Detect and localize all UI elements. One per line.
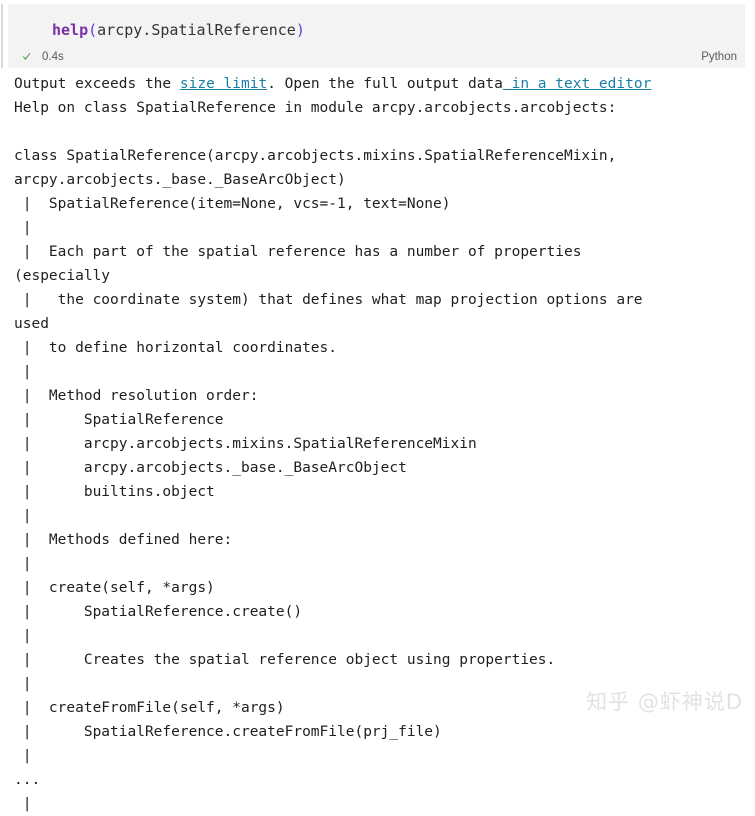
open-in-text-editor-link[interactable]: in a text editor xyxy=(503,76,652,92)
code-token-function: help xyxy=(52,21,89,39)
success-check-icon xyxy=(22,51,34,63)
notice-middle-text: . Open the full output data xyxy=(267,76,503,92)
output-text-content: Help on class SpatialReference in module… xyxy=(14,100,643,812)
code-editor-line[interactable]: help(arcpy.SpatialReference) xyxy=(52,20,305,40)
kernel-language-label[interactable]: Python xyxy=(701,51,737,63)
cell-output-area: Output exceeds the size limit. Open the … xyxy=(0,72,755,816)
cell-status-left: 0.4s xyxy=(22,51,64,63)
output-size-limit-notice: Output exceeds the size limit. Open the … xyxy=(0,72,755,96)
code-cell[interactable]: help(arcpy.SpatialReference) 0.4s Python xyxy=(8,4,745,68)
execution-time-label: 0.4s xyxy=(42,51,64,63)
notebook-container: help(arcpy.SpatialReference) 0.4s Python… xyxy=(0,0,755,812)
size-limit-link[interactable]: size limit xyxy=(180,76,267,92)
code-token-open-paren: ( xyxy=(88,21,98,39)
cell-focus-indicator xyxy=(1,4,3,68)
cell-status-bar: 0.4s Python xyxy=(8,46,745,68)
notice-prefix-text: Output exceeds the xyxy=(14,76,180,92)
code-token-close-paren: ) xyxy=(295,21,305,39)
code-token-argument: arcpy.SpatialReference xyxy=(97,21,296,39)
